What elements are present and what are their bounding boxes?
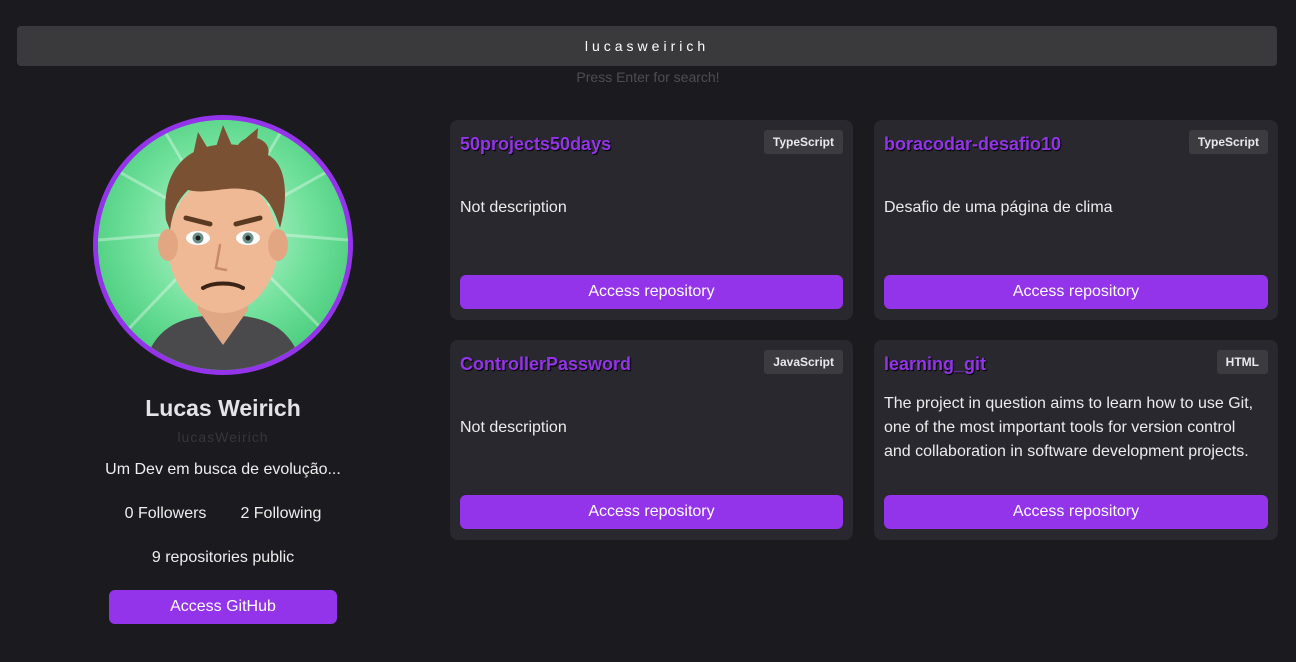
repo-description: The project in question aims to learn ho… <box>884 395 1254 460</box>
repo-name[interactable]: 50projects50days <box>460 134 611 155</box>
access-repository-button[interactable]: Access repository <box>460 275 843 309</box>
search-bar[interactable] <box>17 26 1277 66</box>
repo-card: learning_git HTML The project in questio… <box>874 340 1278 540</box>
language-badge: JavaScript <box>764 350 843 374</box>
repo-name[interactable]: ControllerPassword <box>460 354 631 375</box>
repo-card: boracodar-desafio10 TypeScript Desafio d… <box>874 120 1278 320</box>
following-count: 2 Following <box>240 505 322 522</box>
repo-name[interactable]: boracodar-desafio10 <box>884 134 1061 155</box>
repo-card: ControllerPassword JavaScript Not descri… <box>450 340 853 540</box>
profile-name: Lucas Weirich <box>145 395 301 421</box>
language-badge: TypeScript <box>1188 130 1268 154</box>
repo-description: Not description <box>460 199 567 216</box>
access-repository-button[interactable]: Access repository <box>884 495 1268 529</box>
repo-name[interactable]: learning_git <box>884 354 986 375</box>
repo-description: Not description <box>460 419 567 436</box>
access-github-button[interactable]: Access GitHub <box>109 590 337 624</box>
followers-count: 0 Followers <box>124 505 207 522</box>
repo-card: 50projects50days TypeScript Not descript… <box>450 120 853 320</box>
access-repository-button[interactable]: Access repository <box>884 275 1268 309</box>
search-input[interactable] <box>17 26 1277 66</box>
profile-login: lucasWeirich <box>177 429 269 445</box>
search-hint: Press Enter for search! <box>576 69 720 85</box>
avatar-illustration <box>98 120 348 370</box>
profile-stats: 0 Followers 2 Following <box>40 505 406 523</box>
profile-bio: Um Dev em busca de evolução... <box>105 461 341 478</box>
public-repos-count: 9 repositories public <box>151 549 295 566</box>
access-repository-button[interactable]: Access repository <box>460 495 843 529</box>
repo-grid: 50projects50days TypeScript Not descript… <box>450 120 1278 540</box>
language-badge: TypeScript <box>763 130 843 154</box>
repo-description: Desafio de uma página de clima <box>884 199 1113 216</box>
avatar <box>93 115 353 375</box>
language-badge: HTML <box>1216 350 1268 374</box>
